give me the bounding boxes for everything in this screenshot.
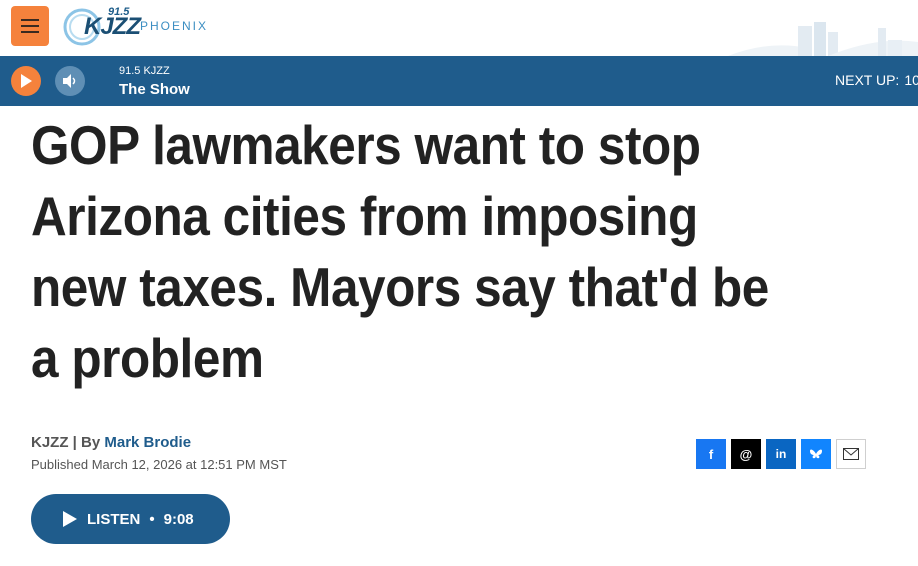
byline-source: KJZZ [31,434,69,451]
next-up[interactable]: NEXT UP: 10 [835,72,918,88]
article-headline: GOP lawmakers want to stop Arizona citie… [31,114,769,389]
share-threads-button[interactable]: @ [731,439,761,469]
skyline-decoration [728,22,918,56]
play-button[interactable] [11,66,41,96]
byline: KJZZ | By Mark Brodie [31,434,191,451]
hamburger-menu-icon[interactable] [11,6,49,46]
audio-player-bar: 91.5 KJZZ The Show NEXT UP: 10 [0,56,918,106]
logo-city: PHOENIX [140,19,209,33]
next-up-label: NEXT UP: [835,72,900,88]
facebook-icon: f [708,446,714,462]
bluesky-icon [810,449,822,459]
station-logo[interactable]: 91.5 KJZZ PHOENIX [62,6,212,48]
email-icon [843,448,859,460]
logo-name: KJZZ [84,13,141,40]
volume-button[interactable] [55,66,85,96]
play-icon [63,511,77,527]
station-name: 91.5 KJZZ [119,65,170,77]
listen-separator: • [149,510,155,528]
byline-separator: | By [68,434,105,451]
current-show: The Show [119,81,190,98]
threads-icon: @ [739,446,753,462]
listen-button[interactable]: LISTEN • 9:08 [31,494,230,544]
share-email-button[interactable] [836,439,866,469]
site-header: 91.5 KJZZ PHOENIX [0,0,918,56]
next-up-value: 10 [904,72,918,88]
share-facebook-button[interactable]: f [696,439,726,469]
author-link[interactable]: Mark Brodie [104,434,191,451]
play-icon [21,74,32,88]
listen-duration: 9:08 [163,510,194,528]
listen-label: LISTEN [87,510,141,528]
share-linkedin-button[interactable]: in [766,439,796,469]
volume-icon [63,74,76,88]
linkedin-icon: in [775,447,787,461]
share-bluesky-button[interactable] [801,439,831,469]
published-date: Published March 12, 2026 at 12:51 PM MST [31,457,287,472]
